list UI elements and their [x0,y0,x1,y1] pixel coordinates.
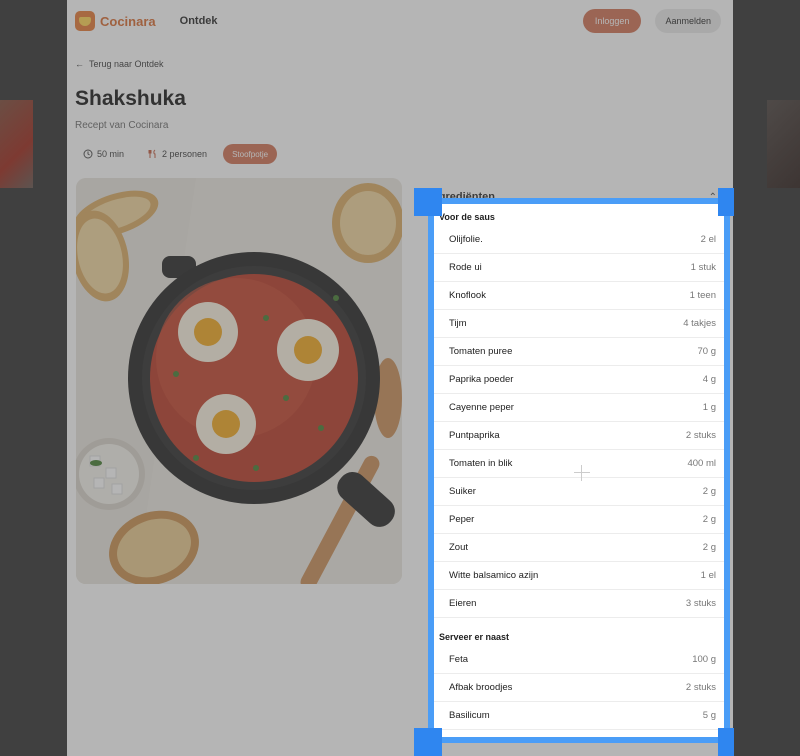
selection-handle-bottom-left[interactable] [414,728,442,756]
section-title-serveer: Serveer er naast [439,632,510,642]
ingredient-qty: 2 g [702,514,716,525]
ingredient-name: Feta [449,654,469,665]
ingredient-name: Afbak broodjes [449,682,513,693]
ingredient-qty: 400 ml [687,458,716,469]
ingredient-qty: 3 stuks [685,598,716,609]
ingredient-name: Basilicum [449,710,490,721]
clock-icon [83,149,93,159]
ingredient-name: Olijfolie. [449,234,483,245]
back-link-label: Terug naar Ontdek [89,59,164,69]
ingredient-name: Zout [449,542,469,553]
arrow-left-icon: ← [75,59,84,69]
ingredient-row: Feta 100 g [434,646,724,674]
ingredient-name: Cayenne peper [449,402,514,413]
ingredient-row: Tomaten puree 70 g [434,338,724,366]
ingredient-row: Knoflook 1 teen [434,282,724,310]
ingredient-qty: 2 stuks [685,682,716,693]
ingredient-row: Cayenne peper 1 g [434,394,724,422]
category-tag[interactable]: Stoofpotje [223,144,278,164]
ingredient-name: Tomaten in blik [449,458,513,469]
ingredient-qty: 1 el [700,570,716,581]
ingredient-row: Zout 2 g [434,534,724,562]
cutlery-icon [148,149,156,158]
ingredient-name: Tomaten puree [449,346,513,357]
recipe-author: Recept van Cocinara [75,120,169,131]
ingredient-qty: 2 el [700,234,716,245]
ingredient-qty: 70 g [697,346,717,357]
ingredient-qty: 2 stuks [685,430,716,441]
ingredient-qty: 4 g [702,374,716,385]
servings-label: 2 personen [162,149,208,159]
ingredient-name: Eieren [449,598,477,609]
back-link[interactable]: ← Terug naar Ontdek [75,59,164,69]
ingredient-row: Puntpaprika 2 stuks [434,422,724,450]
ingredient-name: Peper [449,514,475,525]
ingredient-row: Rode ui 1 stuk [434,254,724,282]
ingredient-name: Rode ui [449,262,482,273]
ingredient-row: Peper 2 g [434,506,724,534]
crosshair-cursor [574,465,590,481]
ingredient-row: Paprika poeder 4 g [434,366,724,394]
section-title-saus: Voor de saus [439,212,495,222]
ingredient-name: Suiker [449,486,476,497]
logo-icon[interactable] [75,11,95,31]
ingredient-row: Afbak broodjes 2 stuks [434,674,724,702]
background-photo-left [0,100,33,188]
ingredient-qty: 1 g [702,402,716,413]
ingredient-qty: 100 g [692,654,716,665]
ingredient-qty: 1 teen [689,290,716,301]
ingredient-qty: 4 takjes [683,318,716,329]
signup-button[interactable]: Aanmelden [655,9,721,33]
ingredient-row: Olijfolie. 2 el [434,226,724,254]
page-title: Shakshuka [75,87,186,110]
top-header: Cocinara Ontdek Inloggen Aanmelden [67,0,733,42]
recipe-photo [76,178,402,584]
selection-handle-top-left[interactable] [414,188,442,216]
ingredient-name: Witte balsamico azijn [449,570,539,581]
ingredient-qty: 1 stuk [690,262,716,273]
selection-handle-top-right[interactable] [718,188,734,216]
brand-name[interactable]: Cocinara [100,14,156,29]
ingredient-row: Suiker 2 g [434,478,724,506]
shakshuka-image [76,178,402,584]
ingredient-name: Tijm [449,318,467,329]
background-photo-right [767,100,800,188]
ingredient-row: Witte balsamico azijn 1 el [434,562,724,590]
ingredient-row: Basilicum 5 g [434,702,724,730]
ingredient-name: Knoflook [449,290,486,301]
ingredient-qty: 2 g [702,486,716,497]
time-label: 50 min [97,149,125,159]
servings-chip: 2 personen [140,144,215,164]
ingredient-qty: 5 g [702,710,716,721]
ingredient-row: Eieren 3 stuks [434,590,724,618]
nav-ontdek[interactable]: Ontdek [180,15,218,27]
ingredient-row: Tijm 4 takjes [434,310,724,338]
ingredient-name: Paprika poeder [449,374,514,385]
ingredient-qty: 2 g [702,542,716,553]
login-button[interactable]: Inloggen [582,9,642,33]
selection-handle-bottom-right[interactable] [718,728,734,756]
time-chip: 50 min [75,144,132,164]
ingredient-name: Puntpaprika [449,430,500,441]
recipe-meta: 50 min 2 personen Stoofpotje [75,144,278,164]
